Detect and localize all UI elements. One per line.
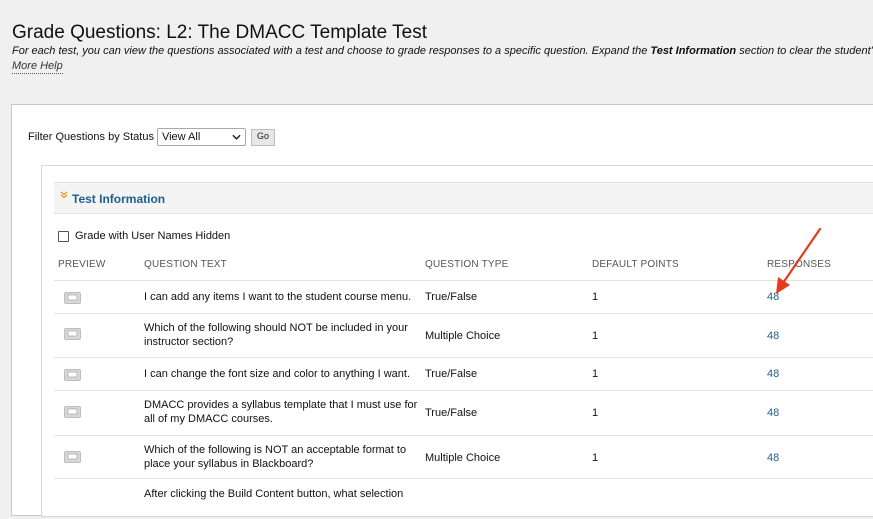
responses-link[interactable]: 48 (767, 406, 779, 420)
questions-section: Test Information Grade with User Names H… (41, 165, 873, 517)
preview-icon[interactable] (64, 328, 81, 340)
default-points: 1 (592, 452, 599, 464)
description-text-end: section to clear the student's attempt o… (739, 45, 873, 57)
filter-row: Filter Questions by Status View All Go (28, 128, 275, 146)
test-information-label: Test Information (72, 192, 166, 206)
table-row: I can add any items I want to the studen… (54, 280, 873, 314)
question-text-line: I can change the font size and color to … (144, 368, 411, 380)
responses-link[interactable]: 48 (767, 329, 779, 343)
status-filter-value: View All (161, 131, 201, 143)
responses-link[interactable]: 48 (767, 367, 779, 381)
preview-icon[interactable] (64, 292, 81, 304)
question-text-line: all of my DMACC courses. (144, 413, 273, 425)
filter-label: Filter Questions by Status (28, 131, 154, 143)
grade-hidden-row: Grade with User Names Hidden (58, 230, 230, 242)
content-panel: Filter Questions by Status View All Go T… (11, 104, 873, 517)
chevron-down-icon (232, 134, 241, 140)
question-text-line: Which of the following should NOT be inc… (144, 322, 408, 334)
table-row: I can change the font size and color to … (54, 357, 873, 391)
question-text: I can change the font size and color to … (144, 367, 410, 381)
question-type: True/False (425, 291, 478, 303)
question-text: After clicking the Build Content button,… (144, 487, 403, 501)
question-text: Which of the following is NOT an accepta… (144, 443, 406, 471)
column-header-default-points[interactable]: DEFAULT POINTS (592, 259, 679, 270)
question-text: I can add any items I want to the studen… (144, 290, 411, 304)
grade-hidden-checkbox[interactable] (58, 230, 69, 242)
question-type: Multiple Choice (425, 330, 501, 342)
default-points: 1 (592, 407, 599, 419)
table-row: Which of the following is NOT an accepta… (54, 435, 873, 479)
column-header-question-text[interactable]: QUESTION TEXT (144, 259, 227, 270)
default-points: 1 (592, 291, 599, 303)
question-text-line: DMACC provides a syllabus template that … (144, 399, 418, 411)
column-header-question-type[interactable]: QUESTION TYPE (425, 259, 509, 270)
preview-icon[interactable] (64, 369, 81, 381)
annotation-arrow-icon (776, 227, 822, 294)
chevron-down-icon (60, 191, 68, 199)
status-filter-select[interactable]: View All (156, 128, 246, 146)
page-description: For each test, you can view the question… (12, 45, 873, 57)
grade-hidden-label: Grade with User Names Hidden (75, 230, 231, 242)
preview-icon[interactable] (64, 451, 81, 463)
page-title: Grade Questions: L2: The DMACC Template … (12, 22, 428, 43)
question-text-line: instructor section? (144, 336, 234, 348)
column-header-preview: PREVIEW (58, 259, 106, 270)
more-help-link[interactable]: More Help (12, 60, 63, 74)
question-type: Multiple Choice (425, 452, 501, 464)
question-text-line: Which of the following is NOT an accepta… (144, 444, 407, 456)
description-bold: Test Information (650, 45, 737, 57)
question-type: True/False (425, 407, 478, 419)
go-button[interactable]: Go (250, 128, 275, 146)
question-text-line: place your syllabus in Blackboard? (144, 458, 314, 470)
preview-icon[interactable] (64, 406, 81, 418)
question-text: DMACC provides a syllabus template that … (144, 398, 417, 426)
question-text: Which of the following should NOT be inc… (144, 321, 408, 349)
default-points: 1 (592, 330, 599, 342)
table-row: DMACC provides a syllabus template that … (54, 390, 873, 436)
responses-link[interactable]: 48 (767, 451, 779, 465)
table-row: After clicking the Build Content button,… (54, 478, 873, 519)
default-points: 1 (592, 368, 599, 380)
description-text: For each test, you can view the question… (12, 45, 651, 57)
question-text-line: After clicking the Build Content button,… (144, 488, 404, 500)
table-row: Which of the following should NOT be inc… (54, 313, 873, 358)
test-information-toggle[interactable]: Test Information (54, 182, 873, 214)
question-text-line: I can add any items I want to the studen… (144, 291, 412, 303)
question-type: True/False (425, 368, 478, 380)
